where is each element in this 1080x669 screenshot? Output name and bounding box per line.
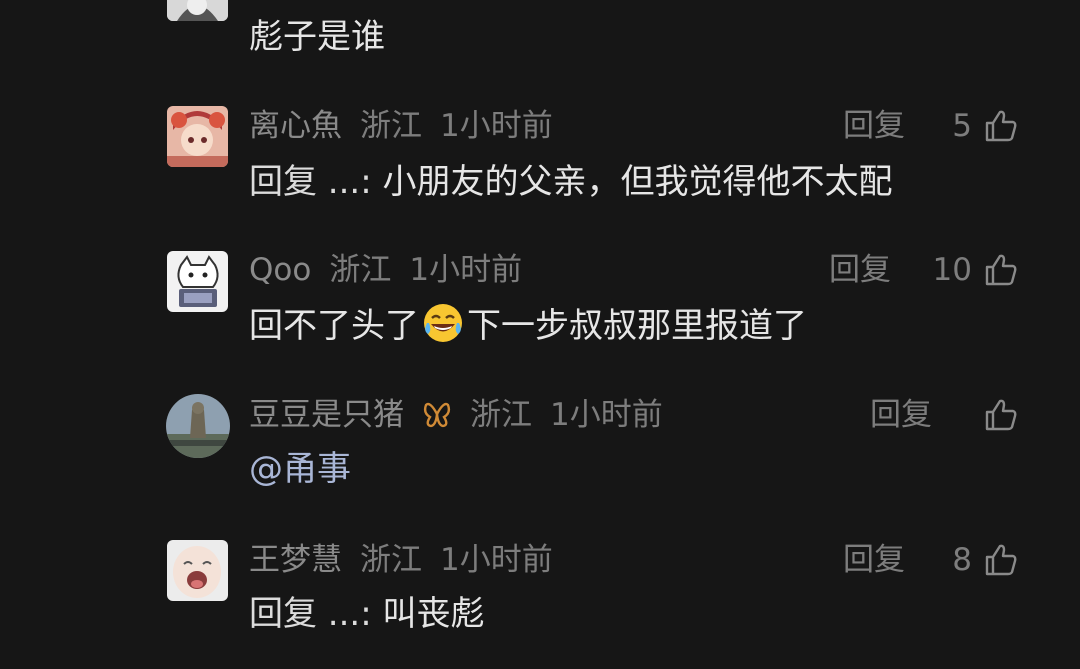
location: 浙江 <box>360 108 422 144</box>
avatar[interactable] <box>167 0 228 21</box>
thumbs-up-icon[interactable] <box>984 543 1018 577</box>
thumbs-up-icon[interactable] <box>984 109 1018 143</box>
comment-meta: 王梦慧 浙江 1小时前 <box>249 535 571 585</box>
like-count: 5 <box>952 108 972 144</box>
like-count: 10 <box>932 252 972 288</box>
comment-text: 回不了头了 <box>249 306 419 346</box>
comment-body: @甬事 <box>249 444 351 494</box>
mention-link[interactable]: @甬事 <box>249 449 351 489</box>
reply-prefix: 回复 ...: <box>249 162 372 202</box>
username[interactable]: Qoo <box>249 252 311 288</box>
comment-text: 彪子是谁 <box>249 17 385 57</box>
comment-body: 回不了头了 下一步叔叔那里报道了 <box>249 301 807 351</box>
username[interactable]: 王梦慧 <box>249 542 342 578</box>
comment-meta: Qoo 浙江 1小时前 <box>249 245 540 295</box>
reply-button[interactable]: 回复 <box>843 535 905 585</box>
username[interactable]: 离心魚 <box>249 108 342 144</box>
like-count: 8 <box>952 542 972 578</box>
reply-button[interactable]: 回复 <box>843 101 905 151</box>
thumbs-up-icon[interactable] <box>984 253 1018 287</box>
username[interactable]: 豆豆是只猪 <box>249 397 404 433</box>
thumbs-up-icon[interactable] <box>984 398 1018 432</box>
avatar[interactable] <box>167 251 228 312</box>
timestamp: 1小时前 <box>440 542 553 578</box>
timestamp: 1小时前 <box>409 252 523 288</box>
avatar[interactable] <box>166 394 230 458</box>
comment-meta: 离心魚 浙江 1小时前 <box>249 101 571 151</box>
laughing-tears-emoji <box>424 304 462 342</box>
like-count <box>930 390 972 440</box>
avatar[interactable] <box>167 106 228 167</box>
butterfly-icon <box>423 402 451 428</box>
location: 浙江 <box>329 252 392 288</box>
comment-text-after: 下一步叔叔那里报道了 <box>467 306 807 346</box>
timestamp: 1小时前 <box>550 397 663 433</box>
comment-body: 回复 ...: 小朋友的父亲，但我觉得他不太配 <box>249 157 893 207</box>
timestamp: 1小时前 <box>440 108 553 144</box>
reply-prefix: 回复 ...: <box>249 594 372 634</box>
comment-text: 叫丧彪 <box>382 594 485 634</box>
location: 浙江 <box>360 542 422 578</box>
avatar[interactable] <box>167 540 228 601</box>
comment-body: 回复 ...: 叫丧彪 <box>249 589 485 639</box>
reply-button[interactable]: 回复 <box>870 390 932 440</box>
comment-text: 小朋友的父亲，但我觉得他不太配 <box>382 162 893 202</box>
reply-button[interactable]: 回复 <box>829 245 891 295</box>
comment-meta: 豆豆是只猪 浙江 1小时前 <box>249 390 681 440</box>
location: 浙江 <box>470 397 532 433</box>
comment-list-screen: 彪子是谁 离心魚 浙江 1小时前 回复 5 回复 ...: 小朋友的父亲，但我觉… <box>0 0 1080 669</box>
